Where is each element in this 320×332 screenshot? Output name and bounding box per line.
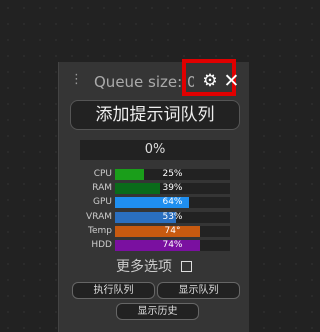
drag-handle-icon[interactable]: ⋮ bbox=[70, 73, 83, 87]
meter-track-ram: 39% bbox=[115, 183, 230, 194]
more-options-checkbox[interactable] bbox=[181, 261, 192, 272]
meter-track-temp: 74° bbox=[115, 226, 230, 237]
close-icon[interactable]: ✕ bbox=[223, 70, 240, 92]
meter-label-hdd: HDD bbox=[91, 240, 112, 250]
progress-bar: 0% bbox=[80, 140, 230, 160]
meter-label-ram: RAM bbox=[92, 183, 112, 193]
meter-label-gpu: GPU bbox=[93, 197, 112, 207]
show-history-button[interactable]: 显示历史 bbox=[116, 303, 199, 320]
meter-track-cpu: 25% bbox=[115, 169, 230, 180]
meter-track-vram: 53% bbox=[115, 212, 230, 223]
meter-value-temp: 74° bbox=[164, 226, 181, 236]
meter-label-vram: VRAM bbox=[86, 212, 112, 222]
progress-text: 0% bbox=[144, 142, 166, 157]
gear-icon[interactable]: ⚙ bbox=[197, 68, 223, 94]
queue-prompt-button[interactable]: 添加提示词队列 bbox=[70, 100, 240, 130]
meter-value-cpu: 25% bbox=[162, 169, 183, 179]
execute-queue-button[interactable]: 执行队列 bbox=[72, 282, 155, 299]
meter-value-hdd: 74% bbox=[162, 240, 183, 250]
meter-track-gpu: 64% bbox=[115, 197, 230, 208]
meter-track-hdd: 74% bbox=[115, 240, 230, 251]
more-options-label: 更多选项 bbox=[116, 259, 172, 275]
show-queue-button[interactable]: 显示队列 bbox=[157, 282, 240, 299]
queue-size-label: Queue size: 0 bbox=[94, 73, 194, 91]
meter-label-cpu: CPU bbox=[93, 169, 112, 179]
meter-value-gpu: 64% bbox=[162, 197, 183, 207]
meter-value-vram: 53% bbox=[162, 212, 183, 222]
meter-label-temp: Temp bbox=[88, 226, 112, 236]
meter-value-ram: 39% bbox=[162, 183, 183, 193]
